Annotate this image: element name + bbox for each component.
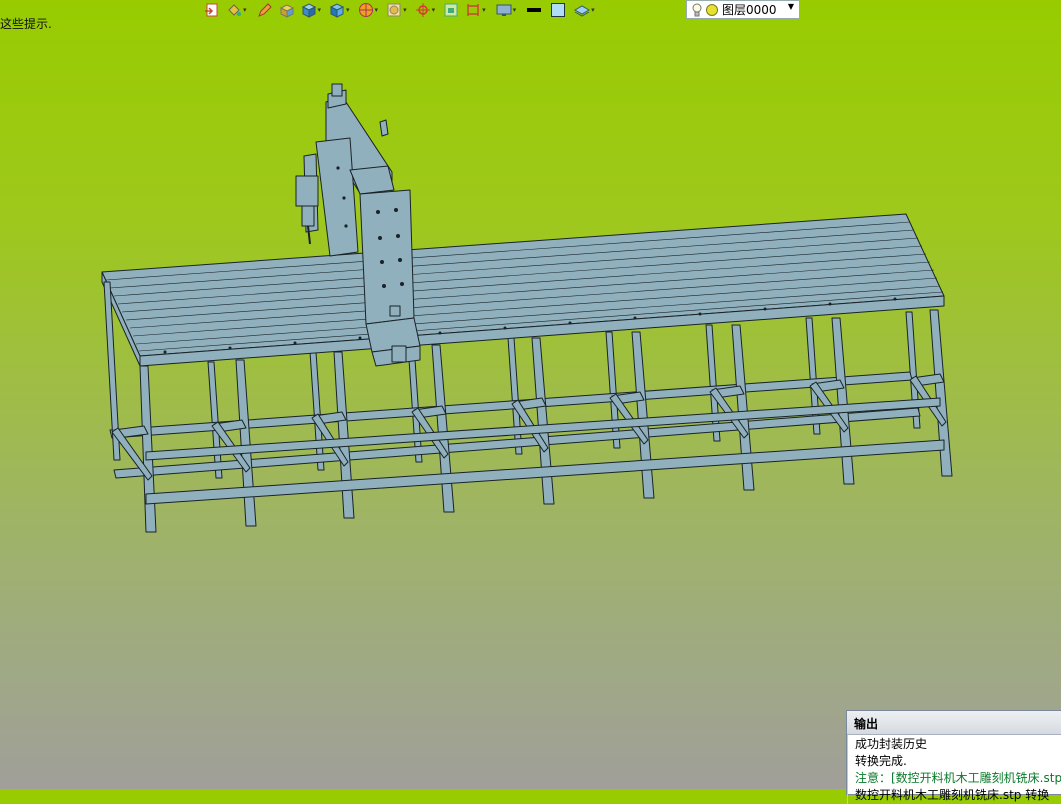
layers-button[interactable]: ▾ — [574, 0, 599, 20]
chevron-down-icon[interactable]: ▾ — [403, 6, 407, 14]
color-fill-button[interactable]: ▾ — [226, 0, 251, 20]
snap-target-button[interactable]: ▾ — [415, 0, 440, 20]
shade-box-button[interactable] — [279, 0, 295, 20]
layer-label: 图层0000 — [722, 3, 777, 17]
chevron-down-icon[interactable]: ▾ — [513, 6, 517, 14]
color-bucket-icon — [228, 4, 241, 16]
fit-view-button[interactable] — [443, 0, 459, 20]
color-swatch-button[interactable] — [550, 0, 566, 20]
hint-text: 这些提示. — [0, 17, 52, 31]
import-icon — [205, 3, 218, 17]
chevron-down-icon[interactable]: ▾ — [243, 6, 247, 14]
cube-view-icon — [329, 3, 345, 18]
orientation-icon — [358, 3, 373, 17]
orientation-button[interactable]: ▾ — [358, 0, 383, 20]
output-panel: 输出 成功封装历史 转换完成. 注意：[数控开料机木工雕刻机铣床.stp] 数控… — [846, 710, 1061, 804]
log-line: 成功封装历史 — [855, 737, 928, 751]
layers-icon — [574, 5, 591, 17]
target-icon — [415, 3, 430, 17]
sketch-button[interactable] — [257, 0, 273, 20]
output-panel-title: 输出 — [847, 711, 1061, 735]
cube-button[interactable]: ▾ — [301, 0, 326, 20]
pencil-icon — [257, 3, 272, 17]
layer-select[interactable]: 图层0000 ▼ — [686, 0, 800, 19]
chevron-down-icon[interactable]: ▼ — [788, 2, 794, 11]
view-cube-button[interactable]: ▾ — [329, 0, 354, 20]
display-icon — [496, 4, 512, 16]
table-top — [101, 213, 945, 367]
chevron-down-icon[interactable]: ▾ — [318, 6, 322, 14]
view-toolbar: ▾ ▾ ▾ ▾ ▾ ▾ ▾ ▾ ▾ — [204, 0, 599, 20]
section-icon — [467, 4, 479, 16]
log-line: 转换完成. — [855, 754, 907, 768]
chevron-down-icon[interactable]: ▾ — [346, 6, 350, 14]
box-shade-icon — [279, 4, 294, 18]
cube-icon — [301, 3, 316, 18]
freeze-icon[interactable] — [705, 3, 719, 17]
render-mode-button[interactable]: ▾ — [386, 0, 411, 20]
log-line: 注意：[数控开料机木工雕刻机铣床.stp] — [855, 771, 1061, 785]
line-style-icon — [527, 8, 542, 12]
chevron-down-icon[interactable]: ▾ — [482, 6, 486, 14]
log-line: 数控开料机木工雕刻机铣床.stp 转换 — [855, 788, 1050, 802]
output-log[interactable]: 成功封装历史 转换完成. 注意：[数控开料机木工雕刻机铣床.stp] 数控开料机… — [847, 735, 1061, 804]
section-button[interactable]: ▾ — [465, 0, 490, 20]
fit-view-icon — [444, 3, 458, 17]
color-swatch-icon — [551, 3, 566, 17]
render-mode-icon — [387, 3, 401, 17]
chevron-down-icon[interactable]: ▾ — [432, 6, 436, 14]
import-button[interactable] — [204, 0, 220, 20]
lightbulb-icon[interactable] — [692, 3, 702, 17]
line-style-button[interactable] — [526, 0, 542, 20]
model-viewport[interactable] — [0, 0, 1061, 789]
chevron-down-icon[interactable]: ▾ — [375, 6, 379, 14]
chevron-down-icon[interactable]: ▾ — [591, 6, 595, 14]
display-button[interactable]: ▾ — [496, 0, 521, 20]
